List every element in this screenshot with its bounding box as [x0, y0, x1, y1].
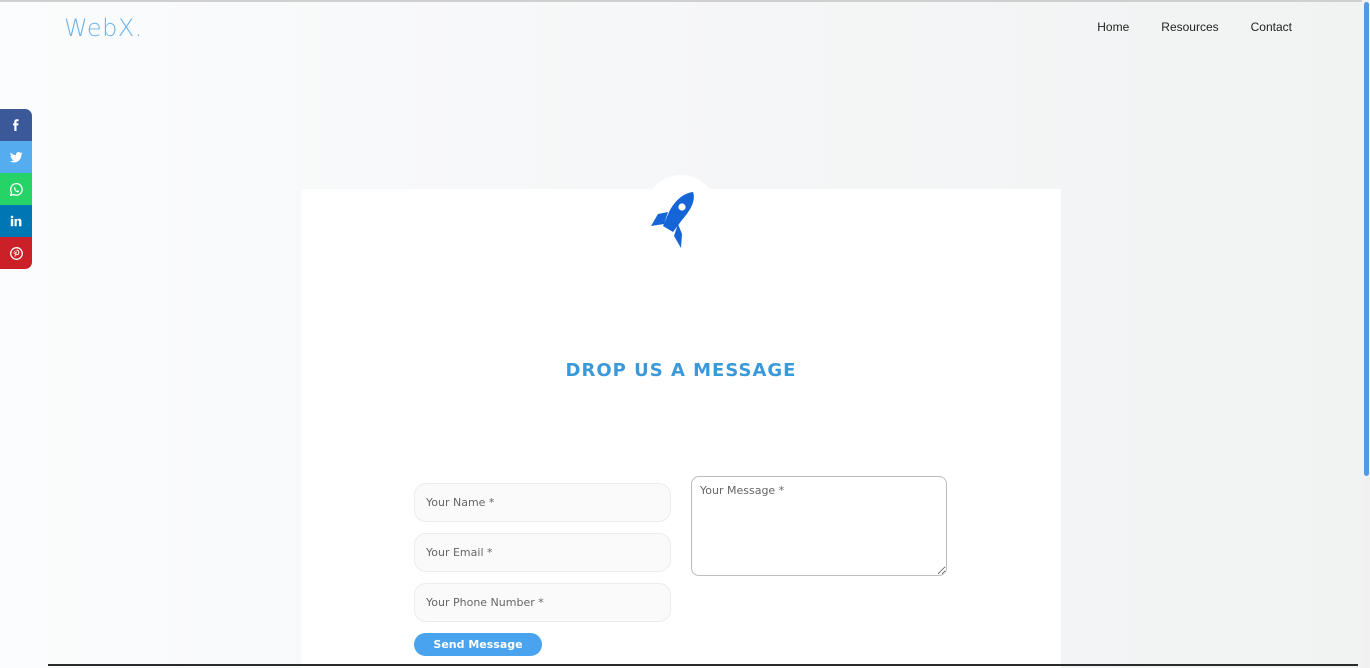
- name-input[interactable]: [414, 483, 671, 522]
- email-input[interactable]: [414, 533, 671, 572]
- site-logo[interactable]: WebX.: [64, 14, 143, 42]
- scrollbar-thumb[interactable]: [1364, 2, 1369, 476]
- bottom-edge: [48, 664, 1358, 666]
- rocket-icon: [651, 192, 694, 248]
- twitter-icon[interactable]: [0, 141, 32, 173]
- social-share-bar: [0, 109, 32, 269]
- pinterest-icon[interactable]: [0, 237, 32, 269]
- contact-heading: DROP US A MESSAGE: [565, 360, 797, 381]
- whatsapp-icon[interactable]: [0, 173, 32, 205]
- nav-contact[interactable]: Contact: [1251, 20, 1292, 34]
- nav-resources[interactable]: Resources: [1161, 20, 1218, 34]
- nav-home[interactable]: Home: [1097, 20, 1129, 34]
- linkedin-icon[interactable]: [0, 205, 32, 237]
- top-border: [0, 0, 1370, 2]
- phone-input[interactable]: [414, 583, 671, 622]
- main-nav: Home Resources Contact: [1097, 20, 1292, 34]
- send-message-button[interactable]: Send Message: [414, 633, 542, 656]
- page-scrollbar[interactable]: [1362, 0, 1370, 668]
- facebook-icon[interactable]: [0, 109, 32, 141]
- message-textarea[interactable]: [691, 476, 947, 576]
